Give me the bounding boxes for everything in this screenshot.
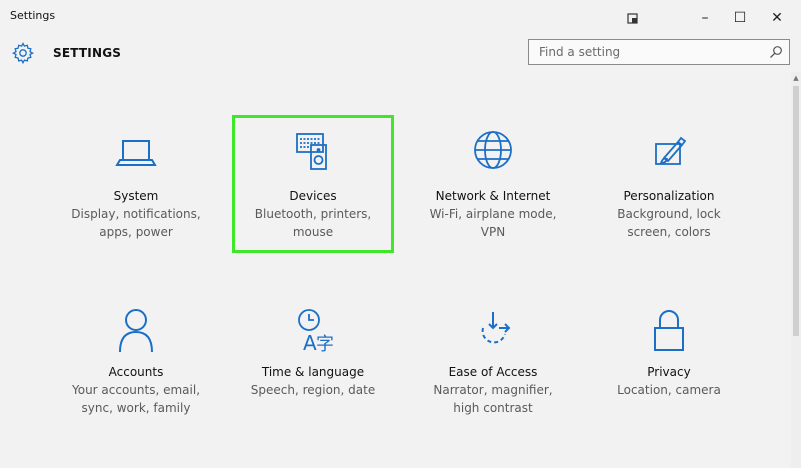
tile-description: Location, camera (617, 383, 721, 397)
search-icon[interactable] (769, 45, 783, 59)
scroll-thumb[interactable] (793, 86, 799, 336)
minimize-button[interactable]: – (685, 0, 725, 36)
tile-description: Narrator, magnifier, high contrast (433, 383, 553, 415)
ease-of-access-icon (481, 312, 511, 344)
tile-description: Bluetooth, printers, mouse (254, 207, 372, 239)
tile-name: Ease of Access (448, 365, 538, 379)
paint-icon (655, 136, 687, 165)
tile-description: Wi-Fi, airplane mode, VPN (429, 207, 557, 239)
settings-header: SETTINGS Find a setting (0, 36, 801, 72)
tile-name: Personalization (623, 189, 715, 203)
svg-text:A: A (303, 331, 317, 355)
tile-time-language[interactable]: A 字 Time & language Speech, region, date (224, 306, 402, 399)
lock-icon (654, 310, 684, 351)
search-input[interactable]: Find a setting (539, 45, 620, 59)
page-title: SETTINGS (53, 46, 122, 60)
tile-ease-of-access[interactable]: Ease of Access Narrator, magnifier, high… (404, 306, 582, 417)
tile-description: Display, notifications, apps, power (71, 207, 201, 239)
title-bar: Settings – ☐ ✕ (0, 0, 801, 36)
time-language-icon: A 字 (298, 309, 334, 355)
devices-icon (296, 133, 327, 170)
gear-icon (12, 42, 34, 65)
tile-personalization[interactable]: Personalization Background, lock screen,… (580, 130, 758, 241)
tile-description: Background, lock screen, colors (617, 207, 721, 239)
maximize-button[interactable]: ☐ (720, 0, 760, 36)
tile-accounts[interactable]: Accounts Your accounts, email, sync, wor… (47, 306, 225, 417)
tile-name: Network & Internet (435, 189, 551, 203)
tile-name: Devices (289, 189, 337, 203)
window-title: Settings (10, 9, 56, 22)
scroll-up-icon[interactable]: ▲ (791, 72, 801, 84)
tile-name: System (113, 189, 159, 203)
snap-icon[interactable] (612, 0, 652, 36)
tile-privacy[interactable]: Privacy Location, camera (580, 306, 758, 399)
tile-name: Privacy (647, 365, 691, 379)
svg-text:字: 字 (316, 334, 334, 355)
tile-name: Time & language (261, 365, 365, 379)
tile-description: Speech, region, date (250, 383, 376, 397)
tile-devices[interactable]: Devices Bluetooth, printers, mouse (224, 130, 402, 241)
tile-network-internet[interactable]: Network & Internet Wi-Fi, airplane mode,… (404, 130, 582, 241)
tile-system[interactable]: System Display, notifications, apps, pow… (47, 130, 225, 241)
laptop-icon (115, 140, 157, 166)
tile-description: Your accounts, email, sync, work, family (71, 383, 201, 415)
globe-icon (474, 131, 512, 169)
person-icon (119, 309, 153, 353)
tile-name: Accounts (108, 365, 164, 379)
vertical-scrollbar[interactable]: ▲ (791, 72, 801, 468)
search-box[interactable]: Find a setting (528, 39, 790, 65)
close-button[interactable]: ✕ (757, 0, 797, 36)
